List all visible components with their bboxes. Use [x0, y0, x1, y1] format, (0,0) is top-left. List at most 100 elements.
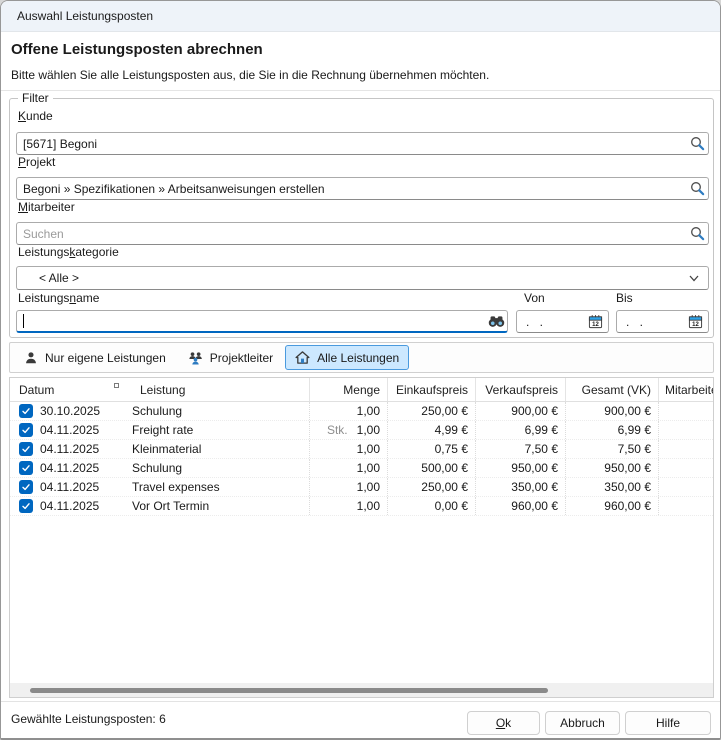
- cell-datum: 04.11.2025: [40, 497, 108, 515]
- toolbar-button-alle-leistungen[interactable]: Alle Leistungen: [285, 345, 409, 370]
- cell-menge: 1,00: [310, 459, 388, 477]
- table-row[interactable]: 04.11.2025 Travel expenses 1,00 250,00 €…: [10, 478, 713, 497]
- column-header-verkaufspreis[interactable]: Verkaufspreis: [476, 378, 566, 401]
- cell-gesamt: 7,50 €: [566, 440, 659, 458]
- filter-groupbox: Filter Kunde Projekt Mitarbeiter Leistun…: [9, 98, 714, 338]
- page-subtitle: Bitte wählen Sie alle Leistungsposten au…: [11, 68, 489, 82]
- cell-leistung: Freight rate: [126, 421, 310, 439]
- cell-icon: [108, 440, 126, 458]
- cell-mitarbeiter: [659, 402, 713, 420]
- table-row[interactable]: 04.11.2025 Kleinmaterial 1,00 0,75 € 7,5…: [10, 440, 713, 459]
- cell-verkaufspreis: 7,50 €: [476, 440, 566, 458]
- horizontal-scrollbar-thumb[interactable]: [30, 688, 548, 693]
- checkmark-icon: [19, 461, 33, 475]
- bis-datefield[interactable]: . . 12: [616, 310, 709, 333]
- cell-verkaufspreis: 6,99 €: [476, 421, 566, 439]
- leistungskategorie-value: < Alle >: [39, 271, 79, 285]
- column-header-mitarbeiter[interactable]: Mitarbeite: [659, 378, 714, 401]
- cell-einkaufspreis: 250,00 €: [388, 402, 476, 420]
- column-header-menge[interactable]: Menge: [310, 378, 388, 401]
- cell-datum: 04.11.2025: [40, 421, 108, 439]
- ok-button[interactable]: Ok: [467, 711, 540, 735]
- table-row[interactable]: 04.11.2025 Schulung 1,00 500,00 € 950,00…: [10, 459, 713, 478]
- column-header-gesamt[interactable]: Gesamt (VK): [566, 378, 659, 401]
- help-button[interactable]: Hilfe: [625, 711, 711, 735]
- search-icon[interactable]: [686, 224, 708, 244]
- cell-einkaufspreis: 500,00 €: [388, 459, 476, 477]
- leistungsname-input[interactable]: [24, 314, 485, 328]
- svg-text:12: 12: [592, 322, 599, 328]
- table-row[interactable]: 30.10.2025 Schulung 1,00 250,00 € 900,00…: [10, 402, 713, 421]
- dialog-header: Offene Leistungsposten abrechnen Bitte w…: [1, 32, 720, 91]
- scope-toolbar: Nur eigene Leistungen Projektleiter Alle…: [9, 342, 714, 373]
- dialog-window: Auswahl Leistungsposten Offene Leistungs…: [0, 0, 721, 740]
- cell-menge: Stk.1,00: [310, 421, 388, 439]
- cell-icon: [108, 497, 126, 515]
- table-row[interactable]: 04.11.2025 Vor Ort Termin 1,00 0,00 € 96…: [10, 497, 713, 516]
- cell-mitarbeiter: [659, 478, 713, 496]
- cell-mitarbeiter: [659, 421, 713, 439]
- row-checkbox[interactable]: [10, 421, 40, 439]
- checkmark-icon: [19, 442, 33, 456]
- checkmark-icon: [19, 423, 33, 437]
- kunde-label: Kunde: [18, 109, 53, 123]
- cell-menge: 1,00: [310, 402, 388, 420]
- row-checkbox[interactable]: [10, 459, 40, 477]
- cell-mitarbeiter: [659, 459, 713, 477]
- cell-datum: 04.11.2025: [40, 478, 108, 496]
- people-icon: [188, 351, 203, 365]
- table-row[interactable]: 04.11.2025 Freight rate Stk.1,00 4,99 € …: [10, 421, 713, 440]
- cell-gesamt: 900,00 €: [566, 402, 659, 420]
- projekt-input[interactable]: [17, 182, 686, 196]
- cancel-button[interactable]: Abbruch: [545, 711, 620, 735]
- toolbar-button-label: Alle Leistungen: [317, 351, 399, 365]
- row-checkbox[interactable]: [10, 402, 40, 420]
- cell-menge: 1,00: [310, 478, 388, 496]
- row-checkbox[interactable]: [10, 440, 40, 458]
- column-header-icon[interactable]: [108, 378, 126, 401]
- column-header-einkaufspreis[interactable]: Einkaufspreis: [388, 378, 476, 401]
- cell-einkaufspreis: 250,00 €: [388, 478, 476, 496]
- leistungsposten-table: Datum Leistung Menge Einkaufspreis Verka…: [9, 377, 714, 698]
- search-icon[interactable]: [686, 179, 708, 199]
- calendar-icon[interactable]: 12: [588, 314, 603, 329]
- cell-leistung: Schulung: [126, 459, 310, 477]
- calendar-icon[interactable]: 12: [688, 314, 703, 329]
- checkmark-icon: [19, 404, 33, 418]
- kunde-field: [16, 132, 709, 155]
- horizontal-scrollbar[interactable]: [10, 683, 713, 697]
- cell-einkaufspreis: 4,99 €: [388, 421, 476, 439]
- column-header-datum[interactable]: Datum: [10, 378, 108, 401]
- cell-leistung: Travel expenses: [126, 478, 310, 496]
- house-icon: [295, 350, 310, 365]
- toolbar-button-nur-eigene-leistungen[interactable]: Nur eigene Leistungen: [14, 345, 176, 370]
- cell-datum: 04.11.2025: [40, 440, 108, 458]
- von-value: . .: [526, 315, 543, 329]
- kunde-input[interactable]: [17, 137, 686, 151]
- cell-datum: 04.11.2025: [40, 459, 108, 477]
- search-icon[interactable]: [686, 134, 708, 154]
- titlebar[interactable]: Auswahl Leistungsposten: [1, 1, 720, 32]
- bis-value: . .: [626, 315, 643, 329]
- mitarbeiter-input[interactable]: [17, 227, 686, 241]
- cell-leistung: Kleinmaterial: [126, 440, 310, 458]
- toolbar-button-projektleiter[interactable]: Projektleiter: [178, 345, 283, 370]
- von-datefield[interactable]: . . 12: [516, 310, 609, 333]
- cell-verkaufspreis: 900,00 €: [476, 402, 566, 420]
- square-icon: [114, 383, 119, 388]
- window-title: Auswahl Leistungsposten: [17, 9, 153, 23]
- projekt-field: [16, 177, 709, 200]
- chevron-down-icon: [688, 272, 700, 284]
- column-header-leistung[interactable]: Leistung: [126, 378, 310, 401]
- mitarbeiter-label: Mitarbeiter: [18, 200, 75, 214]
- leistungskategorie-select[interactable]: < Alle >: [16, 266, 709, 290]
- leistungsname-field: [16, 310, 508, 333]
- row-checkbox[interactable]: [10, 497, 40, 515]
- row-checkbox[interactable]: [10, 478, 40, 496]
- projekt-label: Projekt: [18, 155, 55, 169]
- table-header-row[interactable]: Datum Leistung Menge Einkaufspreis Verka…: [10, 378, 713, 402]
- cell-datum: 30.10.2025: [40, 402, 108, 420]
- status-selected-count: Gewählte Leistungsposten: 6: [11, 712, 166, 726]
- binoculars-icon[interactable]: [485, 311, 507, 331]
- toolbar-button-label: Nur eigene Leistungen: [45, 351, 166, 365]
